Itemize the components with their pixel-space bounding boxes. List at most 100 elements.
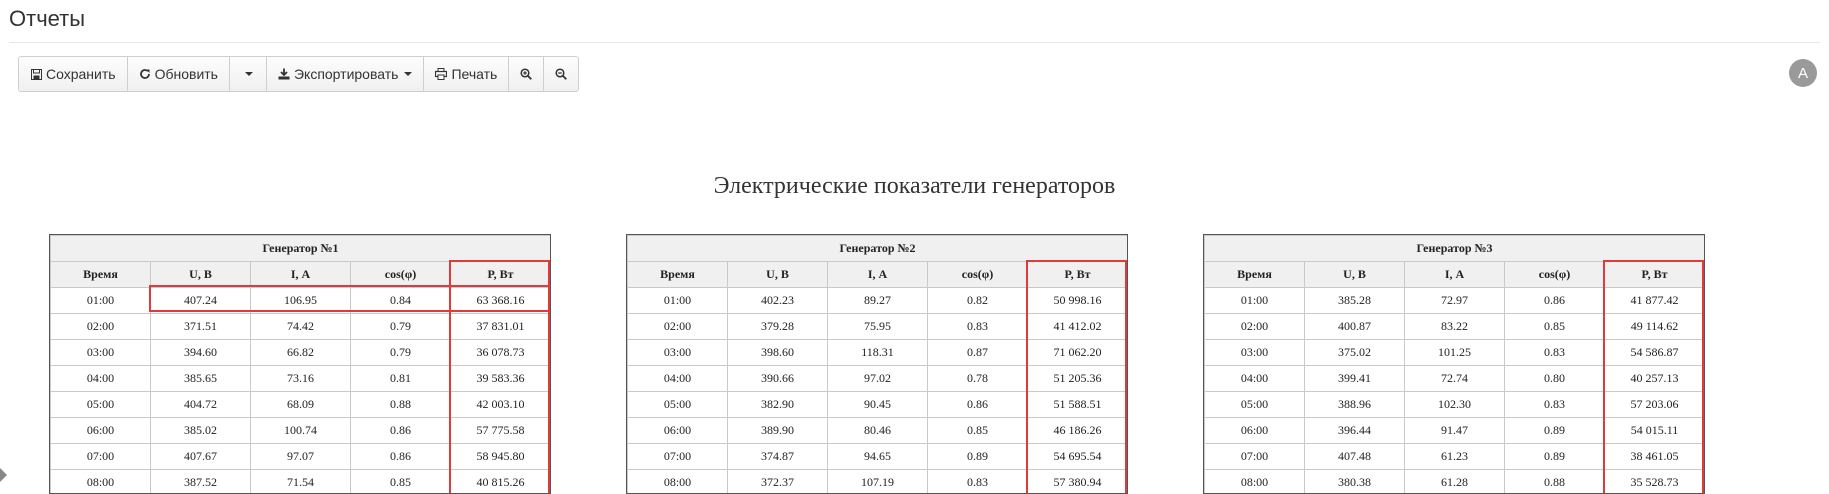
table-row: 05:00382.9090.450.8651 588.51 [628, 392, 1128, 418]
table-cell: 57 380.94 [1028, 470, 1128, 494]
table-cell: 97.07 [251, 444, 351, 470]
column-header: P, Вт [451, 262, 551, 288]
column-header: cos(φ) [351, 262, 451, 288]
table-cell: 40 815.26 [451, 470, 551, 494]
table-cell: 68.09 [251, 392, 351, 418]
table-cell: 06:00 [1205, 418, 1305, 444]
table-cell: 394.60 [151, 340, 251, 366]
table-cell: 0.89 [928, 444, 1028, 470]
table-cell: 0.85 [351, 470, 451, 494]
column-header: Время [1205, 262, 1305, 288]
avatar[interactable]: A [1789, 59, 1817, 87]
table-cell: 0.86 [1505, 288, 1605, 314]
table-cell: 371.51 [151, 314, 251, 340]
column-header: cos(φ) [1505, 262, 1605, 288]
table-cell: 07:00 [51, 444, 151, 470]
table-row: 07:00407.4861.230.8938 461.05 [1205, 444, 1705, 470]
table-cell: 05:00 [51, 392, 151, 418]
table-cell: 404.72 [151, 392, 251, 418]
column-header: I, А [251, 262, 351, 288]
save-button-label: Сохранить [46, 66, 116, 82]
table-cell: 04:00 [51, 366, 151, 392]
table-cell: 72.97 [1405, 288, 1505, 314]
zoom-in-button[interactable] [509, 57, 544, 91]
table-cell: 0.83 [1505, 392, 1605, 418]
table-cell: 0.88 [1505, 470, 1605, 494]
table-cell: 42 003.10 [451, 392, 551, 418]
table-row: 05:00388.96102.300.8357 203.06 [1205, 392, 1705, 418]
table-row: 07:00407.6797.070.8658 945.80 [51, 444, 551, 470]
table-cell: 91.47 [1405, 418, 1505, 444]
column-header: U, В [151, 262, 251, 288]
print-button[interactable]: Печать [424, 57, 509, 91]
table-cell: 0.81 [351, 366, 451, 392]
refresh-options-dropdown[interactable] [230, 57, 267, 91]
table-cell: 57 203.06 [1605, 392, 1705, 418]
table-cell: 0.82 [928, 288, 1028, 314]
floppy-disk-icon [30, 68, 42, 80]
table-cell: 407.67 [151, 444, 251, 470]
table-cell: 54 015.11 [1605, 418, 1705, 444]
table-cell: 75.95 [828, 314, 928, 340]
table-cell: 399.41 [1305, 366, 1405, 392]
table-cell: 0.85 [1505, 314, 1605, 340]
column-header: Время [51, 262, 151, 288]
table-cell: 41 412.02 [1028, 314, 1128, 340]
report-title: Электрические показатели генераторов [0, 173, 1829, 200]
export-button[interactable]: Экспортировать [267, 57, 424, 91]
generator-table-1: Генератор №1ВремяU, ВI, Аcos(φ)P, Вт01:0… [49, 234, 551, 494]
zoom-out-button[interactable] [544, 57, 578, 91]
table-cell: 50 998.16 [1028, 288, 1128, 314]
table-cell: 46 186.26 [1028, 418, 1128, 444]
table-cell: 36 078.73 [451, 340, 551, 366]
table-cell: 382.90 [728, 392, 828, 418]
table-cell: 106.95 [251, 288, 351, 314]
print-button-label: Печать [451, 66, 497, 82]
table-cell: 389.90 [728, 418, 828, 444]
table-cell: 0.79 [351, 314, 451, 340]
column-header: Время [628, 262, 728, 288]
chevron-down-icon [245, 72, 253, 76]
table-cell: 0.78 [928, 366, 1028, 392]
table-cell: 54 695.54 [1028, 444, 1128, 470]
table-row: 04:00390.6697.020.7851 205.36 [628, 366, 1128, 392]
table-cell: 06:00 [51, 418, 151, 444]
table-cell: 07:00 [1205, 444, 1305, 470]
table-cell: 94.65 [828, 444, 928, 470]
report-toolbar: Сохранить Обновить Экспортировать Печать [18, 56, 579, 92]
table-cell: 380.38 [1305, 470, 1405, 494]
table-cell: 71.54 [251, 470, 351, 494]
caret-right-icon[interactable] [0, 468, 7, 482]
refresh-button[interactable]: Обновить [128, 57, 230, 91]
table-cell: 04:00 [1205, 366, 1305, 392]
table-cell: 73.16 [251, 366, 351, 392]
table-cell: 374.87 [728, 444, 828, 470]
table-cell: 02:00 [51, 314, 151, 340]
table-row: 03:00394.6066.820.7936 078.73 [51, 340, 551, 366]
table-cell: 37 831.01 [451, 314, 551, 340]
table-cell: 385.28 [1305, 288, 1405, 314]
table-cell: 58 945.80 [451, 444, 551, 470]
table-cell: 02:00 [1205, 314, 1305, 340]
table-row: 08:00387.5271.540.8540 815.26 [51, 470, 551, 494]
table-cell: 01:00 [51, 288, 151, 314]
column-header: P, Вт [1605, 262, 1705, 288]
column-header: I, А [1405, 262, 1505, 288]
column-header: P, Вт [1028, 262, 1128, 288]
table-cell: 51 205.36 [1028, 366, 1128, 392]
zoom-out-icon [555, 68, 567, 80]
table-cell: 01:00 [1205, 288, 1305, 314]
download-icon [278, 68, 290, 80]
table-cell: 41 877.42 [1605, 288, 1705, 314]
table-cell: 01:00 [628, 288, 728, 314]
table-cell: 08:00 [1205, 470, 1305, 494]
table-cell: 0.87 [928, 340, 1028, 366]
table-cell: 390.66 [728, 366, 828, 392]
table-cell: 57 775.58 [451, 418, 551, 444]
generator-name: Генератор №3 [1205, 236, 1705, 262]
table-row: 02:00400.8783.220.8549 114.62 [1205, 314, 1705, 340]
save-button[interactable]: Сохранить [19, 57, 128, 91]
table-row: 02:00379.2875.950.8341 412.02 [628, 314, 1128, 340]
column-header: U, В [728, 262, 828, 288]
table-cell: 03:00 [1205, 340, 1305, 366]
